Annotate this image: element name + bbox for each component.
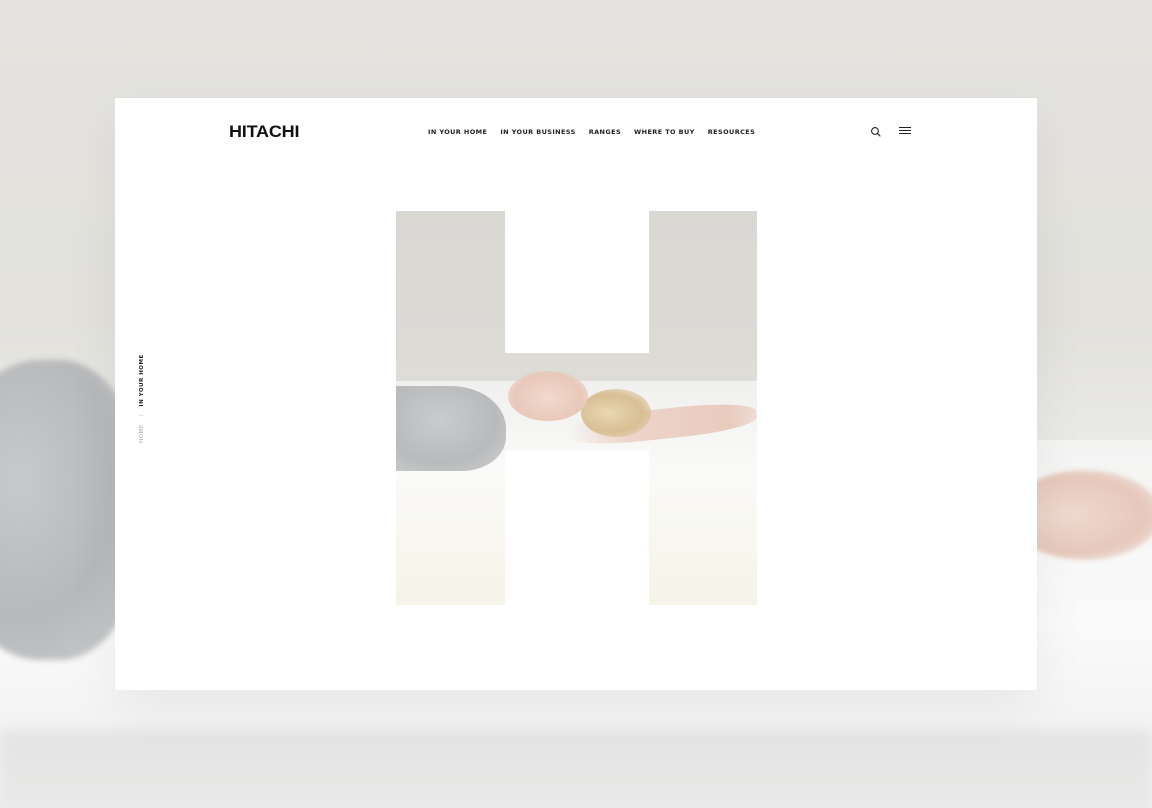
h-mask-bottom-gap — [505, 451, 649, 605]
nav-item-in-your-home[interactable]: IN YOUR HOME — [428, 128, 487, 136]
breadcrumb-current: IN YOUR HOME — [139, 354, 145, 407]
hero-image-face — [508, 371, 588, 421]
hamburger-menu-icon[interactable] — [899, 125, 913, 137]
nav-item-resources[interactable]: RESOURCES — [708, 128, 755, 136]
hero-h-image — [396, 211, 757, 605]
breadcrumb-home-link[interactable]: HOME — [139, 424, 145, 443]
hitachi-logo[interactable]: HITACHI — [229, 122, 299, 142]
search-icon[interactable] — [870, 125, 882, 137]
hero-image-hair — [581, 389, 651, 437]
background-shadow — [0, 730, 1152, 808]
main-nav: IN YOUR HOME IN YOUR BUSINESS RANGES WHE… — [428, 128, 755, 136]
hero-image-shirt — [396, 386, 506, 471]
nav-item-ranges[interactable]: RANGES — [589, 128, 621, 136]
breadcrumb-separator: / — [139, 414, 145, 417]
nav-item-where-to-buy[interactable]: WHERE TO BUY — [634, 128, 695, 136]
page-card: HITACHI IN YOUR HOME IN YOUR BUSINESS RA… — [115, 98, 1037, 690]
breadcrumb: HOME / IN YOUR HOME — [139, 354, 145, 443]
h-mask-top-gap — [505, 211, 649, 353]
nav-item-in-your-business[interactable]: IN YOUR BUSINESS — [500, 128, 575, 136]
